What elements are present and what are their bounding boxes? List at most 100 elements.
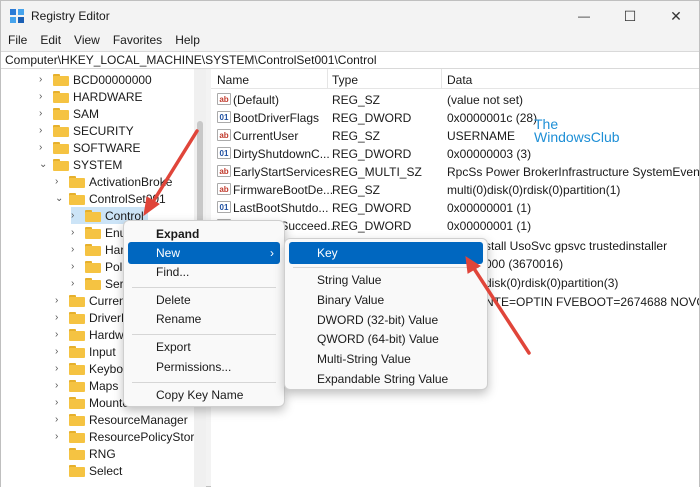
tree-node-label: SOFTWARE: [73, 140, 141, 155]
tree-node-label: Keybo: [89, 361, 124, 376]
address-bar[interactable]: Computer\HKEY_LOCAL_MACHINE\SYSTEM\Contr…: [1, 51, 699, 69]
menu-view[interactable]: View: [67, 31, 106, 51]
submenu-item-string-value[interactable]: String Value: [289, 269, 483, 291]
submenu-item-key[interactable]: Key: [289, 242, 483, 264]
tree-node-label: Maps: [89, 378, 119, 393]
submenu-item-qword-value[interactable]: QWORD (64-bit) Value: [289, 328, 483, 350]
folder-icon: [85, 226, 101, 239]
value-type: REG_SZ: [332, 93, 381, 107]
submenu-item-expandable-string-value[interactable]: Expandable String Value: [289, 368, 483, 390]
column-divider[interactable]: [327, 69, 328, 89]
chevron-right-icon[interactable]: ›: [55, 329, 65, 340]
tree-node-resourcepolicystore[interactable]: › ResourcePolicyStore: [55, 428, 201, 445]
maximize-button[interactable]: ☐: [607, 1, 653, 31]
tree-node-input[interactable]: › Input: [55, 343, 116, 360]
chevron-right-icon[interactable]: ›: [39, 108, 49, 119]
tree-node-mounteddevices[interactable]: › Mounte: [55, 394, 129, 411]
tree-node-security[interactable]: › SECURITY: [39, 122, 134, 139]
menu-item-copy-key-name[interactable]: Copy Key Name: [128, 384, 280, 406]
watermark-line: WindowsClub: [534, 129, 620, 145]
chevron-right-icon[interactable]: ›: [71, 261, 81, 272]
chevron-right-icon[interactable]: ›: [55, 397, 65, 408]
value-type: REG_DWORD: [332, 201, 412, 215]
chevron-right-icon[interactable]: ›: [39, 74, 49, 85]
value-data: 0x00000003 (3): [447, 147, 532, 161]
tree-node-policies[interactable]: › Poli: [71, 258, 125, 275]
tree-node-hardwareprofiles[interactable]: › Har: [71, 241, 124, 258]
submenu-item-binary-value[interactable]: Binary Value: [289, 289, 483, 311]
tree-node-hardware[interactable]: › HARDWARE: [39, 88, 143, 105]
column-data-header[interactable]: Data: [447, 73, 472, 87]
folder-icon: [69, 328, 85, 341]
chevron-right-icon[interactable]: ›: [55, 414, 65, 425]
menu-item-find[interactable]: Find...: [128, 261, 280, 283]
chevron-right-icon[interactable]: ›: [39, 125, 49, 136]
close-icon: ✕: [670, 7, 682, 24]
tree-node-resourcemanager[interactable]: › ResourceManager: [55, 411, 188, 428]
chevron-right-icon[interactable]: ›: [55, 312, 65, 323]
menu-item-export[interactable]: Export: [128, 336, 280, 358]
binary-value-icon: 01: [217, 201, 231, 213]
value-row[interactable]: 01 DirtyShutdownC... REG_DWORD 0x00000003 (…: [211, 145, 699, 163]
menu-item-permissions[interactable]: Permissions...: [128, 356, 280, 378]
chevron-right-icon[interactable]: ›: [55, 176, 65, 187]
tree-node-hardwareconfig[interactable]: › Hardw: [55, 326, 124, 343]
value-type: REG_DWORD: [332, 219, 412, 233]
tree-node-keyboardlayout[interactable]: › Keybo: [55, 360, 123, 377]
column-divider[interactable]: [441, 69, 442, 89]
chevron-down-icon[interactable]: ⌄: [39, 159, 49, 170]
menu-item-rename[interactable]: Rename: [128, 308, 280, 330]
tree-node-software[interactable]: › SOFTWARE: [39, 139, 141, 156]
menu-separator: [293, 267, 479, 268]
chevron-right-icon[interactable]: ›: [55, 346, 65, 357]
tree-node-rng[interactable]: ›RNG: [55, 445, 116, 462]
tree-node-controlset001[interactable]: ⌄ ControlSet001: [55, 190, 166, 207]
value-row[interactable]: 01 BootDriverFlags REG_DWORD 0x0000001c (28…: [211, 109, 699, 127]
chevron-right-icon[interactable]: ›: [55, 363, 65, 374]
value-data: (value not set): [447, 93, 524, 107]
chevron-right-icon[interactable]: ›: [55, 380, 65, 391]
value-row[interactable]: ab CurrentUser REG_SZ USERNAME: [211, 127, 699, 145]
chevron-right-icon[interactable]: ›: [55, 295, 65, 306]
tree-node-select[interactable]: ›Select: [55, 462, 122, 479]
chevron-right-icon[interactable]: ›: [71, 244, 81, 255]
tree-node-label: Har: [105, 242, 125, 257]
value-row[interactable]: ab (Default) REG_SZ (value not set): [211, 91, 699, 109]
column-type-header[interactable]: Type: [332, 73, 358, 87]
column-name-header[interactable]: Name: [217, 73, 249, 87]
value-row[interactable]: ab FirmwareBootDe... REG_SZ multi(0)disk(0)…: [211, 181, 699, 199]
submenu-item-multi-string-value[interactable]: Multi-String Value: [289, 348, 483, 370]
chevron-right-icon[interactable]: ›: [55, 431, 65, 442]
new-submenu: Key String Value Binary Value DWORD (32-…: [284, 238, 488, 390]
chevron-down-icon[interactable]: ⌄: [55, 193, 65, 204]
tree-node-maps[interactable]: › Maps: [55, 377, 118, 394]
tree-node-activationbroker[interactable]: › ActivationBroke: [55, 173, 172, 190]
chevron-right-icon[interactable]: ›: [71, 210, 81, 221]
value-row[interactable]: ab EarlyStartServices REG_MULTI_SZ RpcSs Po…: [211, 163, 699, 181]
registry-editor-window: Registry Editor — ☐ ✕ File Edit View Fav…: [0, 0, 700, 487]
chevron-right-icon[interactable]: ›: [71, 278, 81, 289]
menu-edit[interactable]: Edit: [33, 31, 67, 51]
chevron-right-icon[interactable]: ›: [71, 227, 81, 238]
tree-node-system[interactable]: ⌄ SYSTEM: [39, 156, 122, 173]
value-row[interactable]: 01 LastBootShutdo... REG_DWORD 0x00000001 (…: [211, 199, 699, 217]
menu-file[interactable]: File: [1, 31, 33, 51]
value-data: stall UsoSvc gpsvc trustedinstaller: [485, 239, 668, 253]
value-name: FirmwareBootDe...: [233, 183, 334, 197]
tree-node-enum[interactable]: › Enu: [71, 224, 126, 241]
close-button[interactable]: ✕: [653, 1, 699, 31]
value-data: NTE=OPTIN FVEBOOT=2674688 NOVGA: [485, 295, 699, 309]
tree-node-bcd[interactable]: › BCD00000000: [39, 71, 152, 88]
folder-icon: [69, 192, 85, 205]
menu-bar: File Edit View Favorites Help: [1, 31, 699, 51]
folder-icon: [53, 73, 69, 86]
tree-node-currentcontrolset[interactable]: › Current: [55, 292, 129, 309]
chevron-right-icon[interactable]: ›: [39, 142, 49, 153]
tree-node-services[interactable]: › Serv: [71, 275, 130, 292]
menu-help[interactable]: Help: [168, 31, 206, 51]
chevron-right-icon[interactable]: ›: [39, 91, 49, 102]
tree-node-driverdatabase[interactable]: › DriverD: [55, 309, 130, 326]
minimize-button[interactable]: —: [561, 1, 607, 31]
tree-node-sam[interactable]: › SAM: [39, 105, 99, 122]
menu-favorites[interactable]: Favorites: [106, 31, 168, 51]
